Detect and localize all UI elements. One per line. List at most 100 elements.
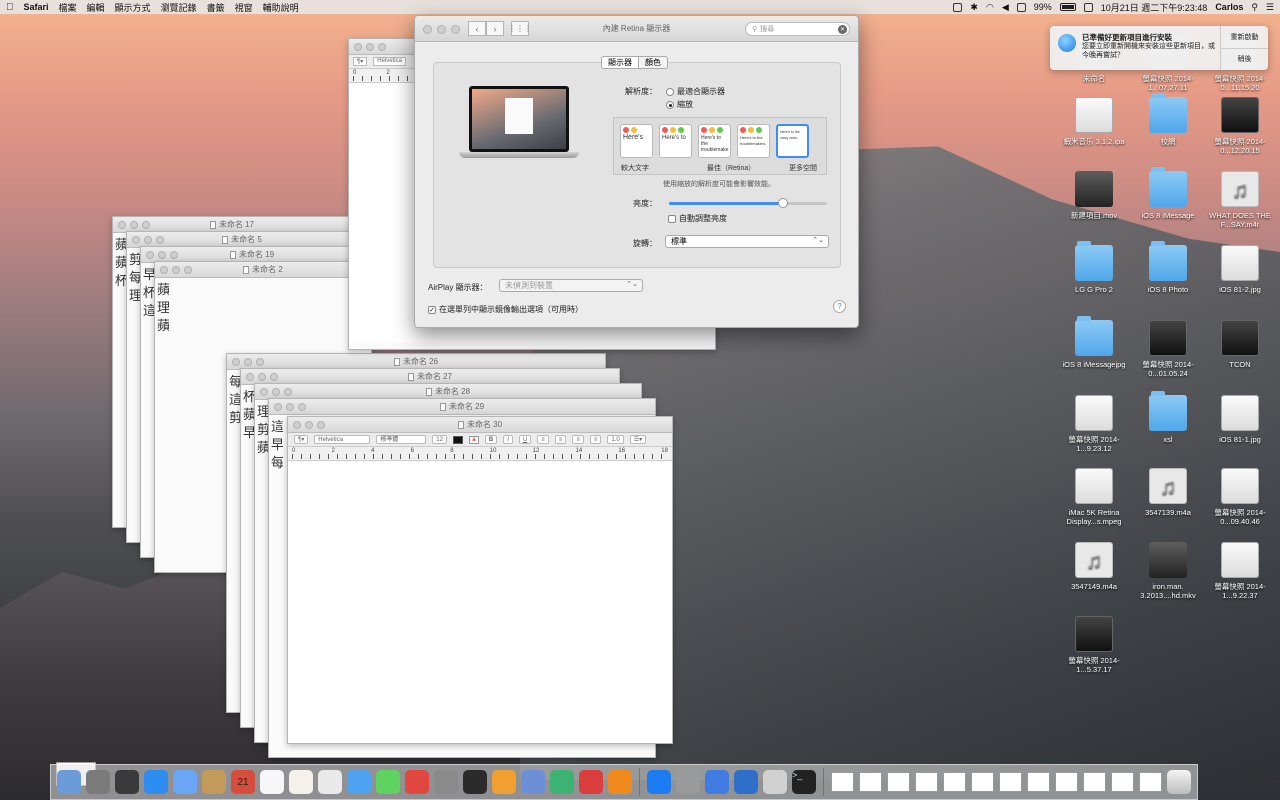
show-all-grid-icon[interactable]: ⋮⋮⋮ [508,21,532,36]
trash-icon[interactable] [1166,770,1191,794]
iphoto-icon[interactable] [434,770,458,794]
desktop-icon[interactable]: 蝦米音乐 3.1.2.ipa [1054,97,1134,146]
menu-help[interactable]: 輔助說明 [263,1,299,14]
battery-percent[interactable]: 99% [1034,2,1052,12]
zoom-button[interactable] [284,388,292,396]
launchpad-icon[interactable] [86,770,110,794]
rotation-select[interactable]: 標準 ⌃⌄ [665,235,829,248]
quicktime-icon[interactable] [675,770,700,794]
close-button[interactable] [160,266,168,274]
close-button[interactable] [246,373,254,381]
mirror-option-checkbox[interactable]: ✓ 在選單列中顯示鏡像輸出選項（可用時） [428,304,583,315]
minimize-button[interactable] [258,373,266,381]
textedit-window-front[interactable]: 未命名 30 ¶▾ Helvetica 標準體 12 a B I U ≡ ≡ ≡… [287,416,673,744]
desktop-icon[interactable]: xsl [1128,391,1208,444]
dock-minimized-window[interactable] [914,772,938,792]
desktop-icon[interactable]: ♫ WHAT DOES THE F...SAY.m4r [1200,171,1280,229]
desktop-icon[interactable]: 螢幕快照 2014-0...12.20.15 [1200,97,1280,155]
facetime-icon[interactable] [347,770,371,794]
ibooks-icon[interactable] [521,770,545,794]
font-popup[interactable]: Helvetica [373,57,406,66]
justify-button[interactable]: ≡ [589,435,602,444]
desktop-icon[interactable]: iOS 81-1.jpg [1200,395,1280,444]
ruler[interactable]: 0 2 4 6 8 10 12 14 16 18 [288,447,672,461]
mission-control-icon[interactable] [115,770,139,794]
photo-booth-icon[interactable] [376,770,400,794]
dock-minimized-window[interactable] [858,772,882,792]
dock-minimized-window[interactable] [998,772,1022,792]
menu-edit[interactable]: 編輯 [87,1,105,14]
close-button[interactable] [232,358,240,366]
minimize-button[interactable] [272,388,280,396]
text-color-well[interactable] [452,435,463,444]
itunes-icon[interactable] [492,770,516,794]
window-titlebar[interactable]: 未命名 2 [155,262,371,278]
close-button[interactable] [293,421,301,429]
clear-search-icon[interactable]: ✕ [838,24,847,34]
notes-icon[interactable] [260,770,284,794]
scale-option-2[interactable]: Here's to [659,124,692,158]
dock-minimized-window[interactable] [886,772,910,792]
wifi-icon[interactable]: ◠ [986,2,994,13]
battery-icon[interactable] [1059,3,1076,11]
font-size-popup[interactable]: 12 [432,435,447,444]
desktop-icon[interactable]: 新建項目.mov [1054,171,1134,220]
airplay-select[interactable]: 未偵測到裝置 ⌃⌄ [499,279,643,292]
menu-history[interactable]: 瀏覽記錄 [161,1,197,14]
volume-icon[interactable]: ◀ [1002,2,1009,13]
apple-menu-icon[interactable]:  [6,2,14,13]
desktop-icon[interactable]: 螢幕快照 2014-0...01.05.24 [1128,320,1208,378]
desktop-icon[interactable]: iOS 8 Photo [1128,241,1208,294]
system-preferences-icon[interactable] [646,770,671,794]
status-icon[interactable] [953,2,963,12]
zoom-button[interactable] [378,43,386,51]
desktop-icon[interactable]: 螢幕快照 2014-1...9.22.37 [1200,542,1280,600]
finder-icon[interactable] [57,770,81,794]
minimize-button[interactable] [130,221,138,229]
close-button[interactable] [118,221,126,229]
utilities-icon[interactable] [733,770,758,794]
help-button[interactable]: ? [833,300,846,313]
dock-minimized-window[interactable] [830,772,854,792]
search-input[interactable]: ⚲ 搜尋 ✕ [745,22,850,36]
window-titlebar[interactable]: 未命名 29 [269,399,655,415]
minimize-button[interactable] [144,236,152,244]
xcode-icon[interactable] [704,770,729,794]
scale-option-4[interactable]: Here's to the troublemakers. [737,124,770,158]
app-store-icon[interactable] [550,770,574,794]
resolution-scaled-radio[interactable]: 縮放 [666,99,693,110]
window-titlebar[interactable]: 未命名 30 [288,417,672,433]
terminal-app-icon[interactable] [463,770,487,794]
resolution-best-radio[interactable]: 最適合顯示器 [666,86,725,97]
scale-option-best-retina[interactable]: Here's to the troublemake [698,124,731,158]
menu-bookmarks[interactable]: 書籤 [207,1,225,14]
desktop-icon[interactable]: TCON [1200,320,1280,369]
menu-window[interactable]: 視窗 [235,1,253,14]
minimize-button[interactable] [244,358,252,366]
dock-minimized-window[interactable] [1138,772,1162,792]
keynote-icon[interactable] [579,770,603,794]
menu-file[interactable]: 檔案 [59,1,77,14]
restart-button[interactable]: 重新啟動 [1221,26,1268,49]
desktop-icon[interactable]: 螢幕快照 2014-1...9.23.12 [1054,395,1134,453]
notification-center-icon[interactable]: ☰ [1266,2,1274,13]
zoom-button[interactable] [270,373,278,381]
document-area[interactable] [288,461,672,743]
list-popup[interactable]: ☰▾ [629,435,647,444]
zoom-button[interactable] [256,358,264,366]
highlight-color-well[interactable]: a [468,435,479,444]
input-source-icon[interactable] [1083,2,1093,12]
zoom-button[interactable] [142,221,150,229]
minimize-button[interactable] [437,25,446,34]
minimize-button[interactable] [286,403,294,411]
spotlight-icon[interactable]: ⚲ [1251,2,1258,13]
paragraph-style-popup[interactable]: ¶▾ [353,57,368,66]
close-button[interactable] [260,388,268,396]
script-editor-icon[interactable] [762,770,787,794]
dock-minimized-window[interactable] [1054,772,1078,792]
minimize-button[interactable] [172,266,180,274]
align-center-button[interactable]: ≡ [554,435,567,444]
align-right-button[interactable]: ≡ [572,435,584,444]
safari-icon[interactable] [144,770,168,794]
desktop-icon[interactable]: 螢幕快照 2014-1...5.37.17 [1054,616,1134,674]
